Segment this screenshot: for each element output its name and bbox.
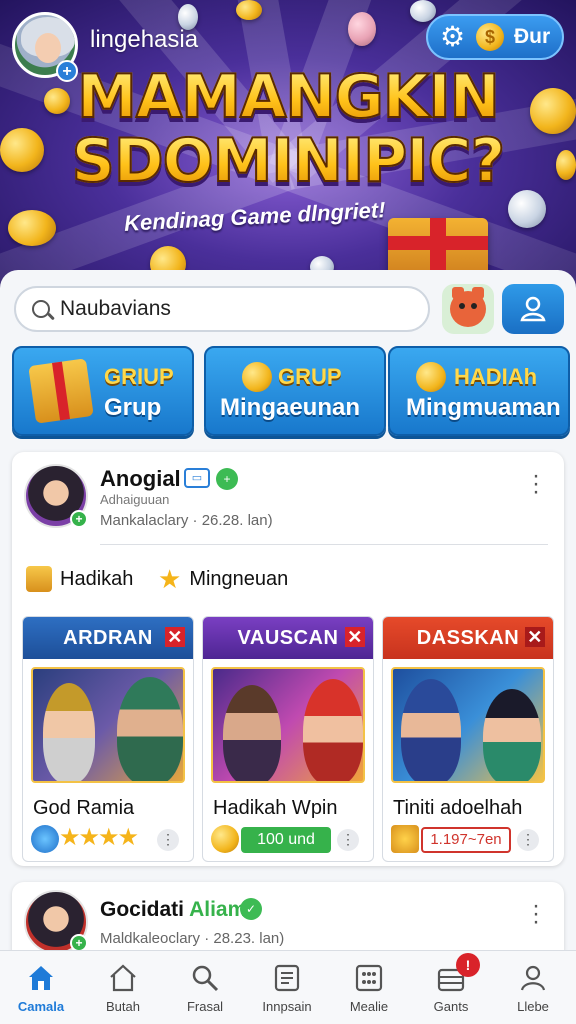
- nav-label: Llebe: [517, 999, 549, 1014]
- game-name: Tiniti adoelhah: [393, 797, 523, 819]
- nav-label: Gants: [433, 999, 469, 1014]
- mascot-button[interactable]: [442, 284, 494, 334]
- rating-stars: ★★★★: [59, 824, 139, 851]
- gear-icon[interactable]: ⚙: [440, 23, 466, 51]
- hero-title-line2: SDOMINIPIC?: [0, 125, 576, 197]
- search-input[interactable]: [60, 297, 400, 321]
- category-label: Mingaeunan: [220, 394, 361, 421]
- mascot-icon: [450, 287, 486, 327]
- document-icon: [274, 964, 300, 992]
- profile-button[interactable]: [502, 284, 564, 334]
- game-card[interactable]: VAUSCAN ✕ Hadikah Wpin 100 und ⋮: [202, 616, 374, 862]
- nav-item-mealie[interactable]: Mealie: [328, 951, 410, 1024]
- verified-tag-icon: ▭: [184, 468, 210, 488]
- chip-label: Mingneuan: [189, 567, 289, 590]
- star-icon: ★: [158, 564, 182, 594]
- post-author-name[interactable]: Gocidati Aliam: [100, 898, 246, 922]
- close-icon[interactable]: ✕: [165, 627, 185, 647]
- more-icon[interactable]: ⋮: [157, 829, 179, 851]
- post-subtitle: Adhaiguuan: [100, 492, 170, 507]
- gear-icon: [391, 825, 419, 853]
- category-grup-button[interactable]: GRIUP Grup: [12, 346, 194, 436]
- user-icon: [520, 965, 546, 991]
- house-outline-icon: [110, 964, 136, 992]
- game-tag: DASSKAN: [416, 627, 520, 649]
- nav-item-gants[interactable]: ! Gants: [410, 951, 492, 1024]
- coin-icon: $: [476, 23, 504, 51]
- level-tag-icon: +: [216, 468, 238, 490]
- joystick-icon: [31, 825, 59, 853]
- category-top-label: GRUP: [278, 364, 342, 389]
- chip-hadikah[interactable]: Hadikah: [26, 566, 133, 592]
- game-tag: VAUSCAN: [237, 627, 339, 649]
- game-artwork: [391, 667, 545, 783]
- post-author-first: Gocidati: [100, 898, 185, 921]
- nav-label: Mealie: [349, 999, 389, 1014]
- post-author-name[interactable]: Anogial: [100, 466, 181, 492]
- category-label: Grup: [104, 394, 162, 421]
- game-tag: ARDRAN: [63, 627, 153, 649]
- coin-icon: [410, 0, 436, 22]
- game-artwork: [211, 667, 365, 783]
- home-icon: [29, 966, 53, 990]
- coin-icon: [242, 362, 272, 392]
- coin-icon: [236, 0, 262, 20]
- online-badge-icon: +: [70, 510, 88, 528]
- close-icon[interactable]: ✕: [345, 627, 365, 647]
- category-label: Mingmuaman: [406, 394, 561, 421]
- notification-badge: !: [456, 953, 480, 977]
- coin-icon: [211, 825, 239, 853]
- post-author-highlight: Aliam: [189, 898, 247, 921]
- divider: [100, 544, 548, 545]
- settings-currency-pill[interactable]: ⚙ $ Đur: [426, 14, 564, 60]
- chip-label: Hadikah: [60, 567, 134, 590]
- nav-label: Camala: [17, 999, 65, 1014]
- reward-pill[interactable]: 1.197~7en: [421, 827, 511, 853]
- grid-icon: [355, 964, 383, 992]
- game-name: Hadikah Wpin: [213, 797, 338, 819]
- more-options-icon[interactable]: · · ·: [530, 464, 542, 504]
- user-icon: [520, 296, 546, 322]
- game-card[interactable]: ARDRAN ✕ God Ramia ★★★★ ⋮: [22, 616, 194, 862]
- gift-box-icon: [28, 358, 94, 424]
- close-icon[interactable]: ✕: [525, 627, 545, 647]
- nav-item-innpsain[interactable]: Innpsain: [246, 951, 328, 1024]
- nav-item-frasal[interactable]: Frasal: [164, 951, 246, 1024]
- currency-label: Đur: [514, 25, 551, 48]
- reward-pill[interactable]: 100 und: [241, 827, 331, 853]
- level-tag-icon: ✓: [240, 898, 262, 920]
- nav-label: Innpsain: [262, 999, 312, 1014]
- game-card[interactable]: DASSKAN ✕ Tiniti adoelhah 1.197~7en ⋮: [382, 616, 554, 862]
- search-icon: [32, 300, 50, 318]
- coin-icon: [348, 12, 376, 46]
- post-meta: Maldkaleoclary · 28.23. lan): [100, 930, 285, 947]
- more-icon[interactable]: ⋮: [517, 829, 539, 851]
- hero-title-line1: MAMANGKIN: [0, 61, 576, 133]
- category-top-label: HADIAh: [454, 364, 538, 389]
- coin-icon: [8, 210, 56, 246]
- search-icon: [192, 965, 219, 992]
- category-mingmuaman-button[interactable]: HADIAh Mingmuaman: [388, 346, 570, 436]
- gift-box-icon: [26, 566, 52, 592]
- chip-mingneuan[interactable]: ★ Mingneuan: [158, 566, 288, 592]
- nav-item-camala[interactable]: Camala: [0, 951, 82, 1024]
- nav-label: Frasal: [186, 999, 224, 1014]
- more-icon[interactable]: ⋮: [337, 829, 359, 851]
- hero-banner: + lingehasia ⚙ $ Đur MAMANGKIN SDOMINIPI…: [0, 0, 576, 290]
- category-mingaeunan-button[interactable]: GRUP Mingaeunan: [204, 346, 386, 436]
- coin-icon: [416, 362, 446, 392]
- game-artwork: [31, 667, 185, 783]
- game-name: God Ramia: [33, 797, 135, 819]
- category-top-label: GRIUP: [104, 364, 174, 389]
- nav-item-llebe[interactable]: Llebe: [492, 951, 574, 1024]
- more-options-icon[interactable]: · · ·: [530, 894, 542, 934]
- search-bar[interactable]: [14, 286, 430, 332]
- nav-item-butah[interactable]: Butah: [82, 951, 164, 1024]
- username: lingehasia: [90, 26, 199, 53]
- bottom-nav: Camala Butah Frasal Innpsain Mealie ! Ga…: [0, 950, 576, 1024]
- post-meta: Mankalaclary · 26.28. lan): [100, 512, 273, 529]
- nav-label: Butah: [106, 999, 140, 1014]
